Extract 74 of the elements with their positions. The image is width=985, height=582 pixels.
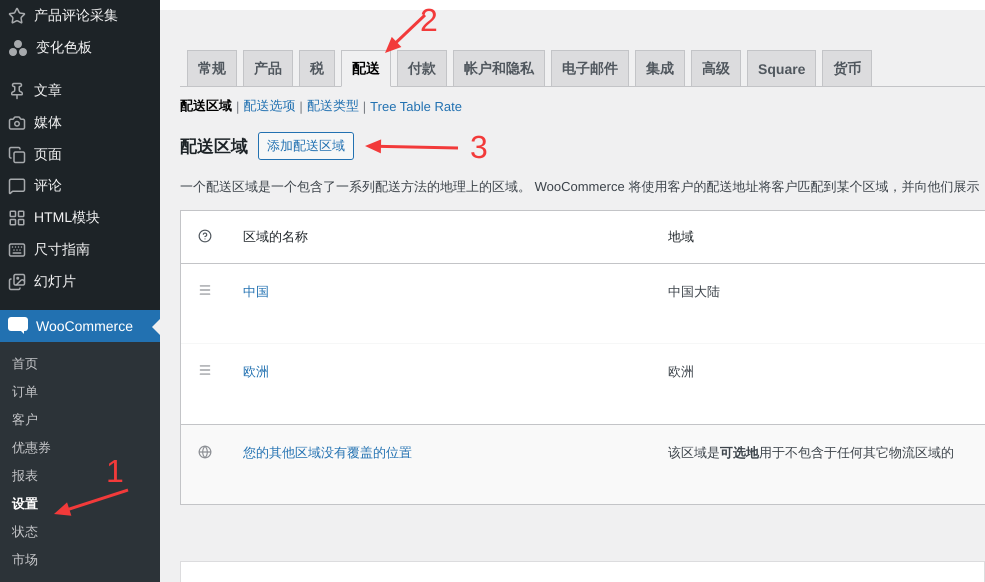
sidebar-label: 媒体 xyxy=(34,114,62,132)
column-header: 地域 xyxy=(668,228,695,246)
tab[interactable]: 税 xyxy=(299,50,335,87)
tab[interactable]: 高级 xyxy=(691,50,741,87)
drag-handle-icon[interactable] xyxy=(198,283,212,297)
sidebar-item[interactable]: 文章 xyxy=(0,74,160,107)
sidebar-label: HTML模块 xyxy=(34,209,100,228)
sidebar-item[interactable]: 幻灯片 xyxy=(0,266,160,298)
section-heading: 配送区域 xyxy=(180,136,248,158)
zone-region: 中国大陆 xyxy=(668,283,721,301)
sidebar-label: 变化色板 xyxy=(36,38,92,57)
sidebar-item[interactable]: HTML模块 xyxy=(0,202,160,234)
subnav-link[interactable]: 配送选项 xyxy=(243,97,296,115)
submenu-item[interactable]: 市场 xyxy=(0,546,50,574)
help-icon xyxy=(198,229,212,243)
submenu-item[interactable]: 报表 xyxy=(0,462,50,490)
keyboard-icon xyxy=(8,241,26,260)
pages-icon xyxy=(8,146,26,164)
tab[interactable]: 集成 xyxy=(635,50,685,87)
sidebar-item[interactable]: 变化色板 xyxy=(0,32,160,64)
sidebar-item[interactable]: 产品评论采集 xyxy=(0,0,160,32)
sidebar-label: 幻灯片 xyxy=(34,273,76,292)
sidebar-item[interactable]: WooCommerce xyxy=(0,310,160,342)
tab[interactable]: 帐户和隐私 xyxy=(453,50,545,87)
globe-icon xyxy=(198,445,212,459)
sidebar-label: WooCommerce xyxy=(36,318,133,334)
submenu-item[interactable]: 优惠券 xyxy=(0,434,63,462)
column-header: 区域的名称 xyxy=(243,228,309,246)
circles-icon xyxy=(8,38,28,58)
submenu-item[interactable]: 状态 xyxy=(0,518,50,546)
grid-icon xyxy=(8,209,26,228)
zone-region: 欧洲 xyxy=(668,363,695,381)
tab[interactable]: 配送 xyxy=(341,50,391,87)
tab[interactable]: 电子邮件 xyxy=(551,50,629,87)
subnav-link[interactable]: 配送类型 xyxy=(306,97,359,115)
tab[interactable]: 货币 xyxy=(822,50,872,87)
separator: | xyxy=(236,98,240,114)
add-zone-button[interactable]: 添加配送区域 xyxy=(258,132,354,160)
zone-region: 该区域是可选地用于不包含于任何其它物流区域的 xyxy=(668,444,955,462)
submenu-item[interactable]: 首页 xyxy=(0,350,50,378)
sidebar-label: 产品评论采集 xyxy=(34,6,118,25)
zone-name-link[interactable]: 欧洲 xyxy=(243,344,668,381)
sidebar-item[interactable]: 尺寸指南 xyxy=(0,234,160,266)
subnav-link[interactable]: Tree Table Rate xyxy=(370,98,462,114)
zone-name-link[interactable]: 您的其他区域没有覆盖的位置 xyxy=(243,425,668,462)
sidebar-label: 评论 xyxy=(34,177,62,196)
tab[interactable]: 付款 xyxy=(397,50,447,87)
submenu-item[interactable]: 设置 xyxy=(0,490,50,518)
subnav-link[interactable]: 配送区域 xyxy=(180,97,232,115)
tab[interactable]: 产品 xyxy=(243,50,293,87)
zone-name-link[interactable]: 中国 xyxy=(243,264,668,301)
annotation-number: 1 xyxy=(106,455,124,487)
annotation-number: 3 xyxy=(470,131,488,163)
description: 一个配送区域是一个包含了一系列配送方法的地理上的区域。 WooCommerce 将使用客户的配送地址将客户匹配到某个区域，并向他们展示 xyxy=(180,178,980,196)
sidebar-label: 页面 xyxy=(34,146,62,164)
camera-icon xyxy=(8,114,26,132)
submenu-item[interactable]: 订单 xyxy=(0,378,50,406)
drag-handle-icon[interactable] xyxy=(198,363,212,377)
sidebar-label: 文章 xyxy=(34,82,62,100)
tab[interactable]: Square xyxy=(747,50,816,87)
sidebar-label: 尺寸指南 xyxy=(34,241,90,260)
speech-bubble-icon xyxy=(8,317,28,336)
star-icon xyxy=(8,6,26,25)
separator: | xyxy=(362,98,366,114)
sidebar-item[interactable]: 页面 xyxy=(0,138,160,171)
tab[interactable]: 常规 xyxy=(187,50,237,87)
annotation-number: 2 xyxy=(420,4,438,36)
sidebar-item[interactable]: 评论 xyxy=(0,170,160,202)
submenu-item[interactable]: 客户 xyxy=(0,406,50,434)
comment-icon xyxy=(8,177,26,196)
separator: | xyxy=(299,98,303,114)
sidebar-item[interactable]: 媒体 xyxy=(0,106,160,139)
pin-icon xyxy=(8,82,26,100)
images-icon xyxy=(8,273,26,292)
